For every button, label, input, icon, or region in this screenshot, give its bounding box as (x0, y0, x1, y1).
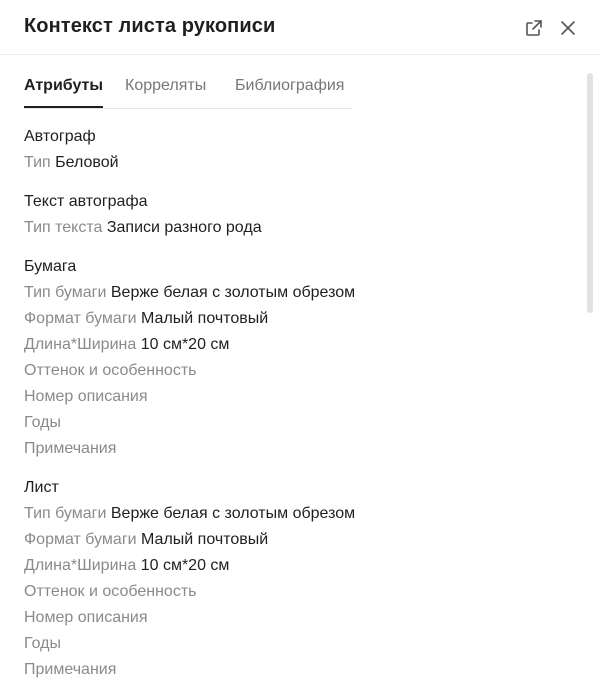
attribute-label: Формат бумаги (24, 531, 137, 548)
attribute-value: Беловой (55, 154, 119, 171)
attribute-row: Формат бумаги Малый почтовый (24, 306, 574, 332)
attribute-value: Верже белая с золотым обрезом (110, 505, 356, 522)
attribute-row: Оттенок и особенность (24, 358, 574, 384)
attribute-value: Малый почтовый (141, 310, 269, 327)
attribute-row: Тип бумаги Верже белая с золотым обрезом (24, 501, 574, 527)
attribute-label: Годы (24, 635, 61, 652)
attribute-row: Годы (24, 631, 574, 657)
attribute-label: Длина*Ширина (24, 557, 137, 574)
panel-title: Контекст листа рукописи (24, 15, 276, 37)
open-external-icon[interactable] (523, 17, 545, 39)
attribute-value: Записи разного рода (106, 219, 262, 236)
manuscript-context-panel: Контекст листа рукописи Атрибуты Корреля… (0, 0, 600, 678)
section-title: Автограф (24, 128, 96, 145)
attribute-row: Примечания (24, 436, 574, 462)
attribute-label: Оттенок и особенность (24, 583, 197, 600)
panel-header: Контекст листа рукописи (0, 0, 600, 55)
attribute-row: Длина*Ширина 10 см*20 см (24, 332, 574, 358)
attribute-section: Текст автографа Тип текста Записи разного… (24, 189, 574, 241)
attribute-label: Оттенок и особенность (24, 362, 197, 379)
tab-bar: Атрибуты Корреляты Библиография (24, 76, 352, 109)
attribute-row: Длина*Ширина 10 см*20 см (24, 553, 574, 579)
attribute-label: Тип (24, 154, 51, 171)
attribute-label: Номер описания (24, 388, 148, 405)
attribute-row: Примечания (24, 657, 574, 683)
attribute-label: Тип текста (24, 219, 103, 236)
attribute-section: Автограф Тип Беловой (24, 124, 574, 176)
attribute-value: Малый почтовый (141, 531, 269, 548)
attribute-label: Длина*Ширина (24, 336, 137, 353)
attribute-label: Примечания (24, 661, 117, 678)
attribute-row: Тип бумаги Верже белая с золотым обрезом (24, 280, 574, 306)
section-title: Бумага (24, 258, 77, 275)
attribute-row: Тип текста Записи разного рода (24, 215, 574, 241)
attributes-content: Автограф Тип Беловой Текст автографа Тип те… (24, 124, 574, 696)
attribute-section: Лист Тип бумаги Верже белая с золотым обр… (24, 475, 574, 683)
attribute-row: Тип Беловой (24, 150, 574, 176)
attribute-row: Формат бумаги Малый почтовый (24, 527, 574, 553)
section-title: Текст автографа (24, 193, 148, 210)
section-title: Лист (24, 479, 59, 496)
attribute-row: Годы (24, 410, 574, 436)
attribute-row: Номер описания (24, 384, 574, 410)
attribute-row: Оттенок и особенность (24, 579, 574, 605)
tab-bibliography[interactable]: Библиография (235, 76, 344, 107)
attribute-row: Номер описания (24, 605, 574, 631)
attribute-section: Бумага Тип бумаги Верже белая с золотым о… (24, 254, 574, 462)
attribute-value: 10 см*20 см (140, 336, 230, 353)
close-icon[interactable] (557, 17, 579, 39)
attribute-value: Верже белая с золотым обрезом (110, 284, 356, 301)
attribute-label: Годы (24, 414, 61, 431)
attribute-value: 10 см*20 см (140, 557, 230, 574)
tab-attributes[interactable]: Атрибуты (24, 76, 104, 108)
attribute-label: Формат бумаги (24, 310, 137, 327)
attribute-label: Примечания (24, 440, 117, 457)
attribute-label: Номер описания (24, 609, 148, 626)
tab-correlates[interactable]: Корреляты (125, 76, 206, 107)
attribute-label: Тип бумаги (24, 505, 107, 522)
attribute-label: Тип бумаги (24, 284, 107, 301)
scrollbar[interactable] (587, 73, 593, 313)
